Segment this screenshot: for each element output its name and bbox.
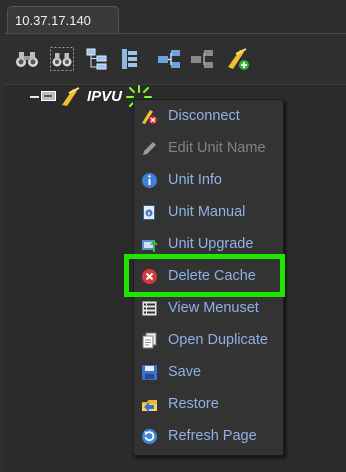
menu-item-label: Delete Cache: [168, 268, 256, 284]
network-connect-icon[interactable]: [157, 47, 181, 71]
connection-tab[interactable]: 10.37.17.140: [7, 6, 119, 33]
pencil-icon: [143, 142, 156, 155]
menu-item-open-duplicate[interactable]: Open Duplicate: [134, 326, 283, 355]
menu-item-restore[interactable]: Restore: [134, 390, 283, 419]
tree-connector-line: [30, 96, 39, 98]
menu-item-label: Refresh Page: [168, 428, 257, 444]
disconnect-icon: [142, 110, 157, 124]
app-window: 10.37.17.140 IPVU Disconnect Edit Unit N…: [0, 0, 346, 472]
menu-item-save[interactable]: Save: [134, 358, 283, 387]
manual-icon: [143, 205, 155, 220]
menu-item-delete-cache[interactable]: Delete Cache: [134, 262, 283, 291]
tree-collapse-icon[interactable]: [118, 47, 142, 71]
menu-item-label: Unit Manual: [168, 204, 246, 220]
menu-item-label: Open Duplicate: [168, 332, 268, 348]
restore-icon: [142, 400, 157, 412]
menu-item-label: Disconnect: [168, 108, 240, 124]
tree-node-label[interactable]: IPVU: [87, 88, 122, 105]
menu-item-unit-upgrade[interactable]: Unit Upgrade: [134, 230, 283, 259]
tree-expand-icon[interactable]: [85, 47, 109, 71]
menu-item-label: Unit Upgrade: [168, 236, 254, 252]
toolbar: [4, 33, 346, 85]
refresh-icon: [142, 429, 157, 444]
menu-item-label: View Menuset: [168, 300, 259, 316]
menu-item-edit-unit-name[interactable]: Edit Unit Name: [134, 134, 283, 163]
add-unit-icon[interactable]: [226, 47, 250, 71]
menu-item-refresh-page[interactable]: Refresh Page: [134, 422, 283, 451]
list-icon: [141, 300, 158, 317]
menu-item-label: Edit Unit Name: [168, 140, 266, 156]
delete-icon: [142, 269, 157, 284]
menu-item-view-menuset[interactable]: View Menuset: [134, 294, 283, 323]
menu-item-unit-manual[interactable]: Unit Manual: [134, 198, 283, 227]
menu-item-disconnect[interactable]: Disconnect: [134, 102, 283, 131]
info-icon: [142, 173, 157, 188]
tree-collapse-toggle[interactable]: [41, 91, 56, 101]
menu-item-unit-info[interactable]: Unit Info: [134, 166, 283, 195]
menu-item-label: Unit Info: [168, 172, 222, 188]
upgrade-icon: [142, 240, 158, 252]
duplicate-icon: [142, 332, 157, 349]
unit-node-icon: [62, 87, 80, 106]
binoculars-selected-icon[interactable]: [50, 47, 74, 71]
menu-item-label: Restore: [168, 396, 219, 412]
menu-item-label: Save: [168, 364, 202, 380]
context-menu: Disconnect Edit Unit Name Unit Info Unit…: [133, 99, 284, 456]
save-icon: [142, 365, 157, 380]
binoculars-icon[interactable]: [15, 47, 39, 71]
network-disconnect-icon[interactable]: [190, 47, 214, 71]
